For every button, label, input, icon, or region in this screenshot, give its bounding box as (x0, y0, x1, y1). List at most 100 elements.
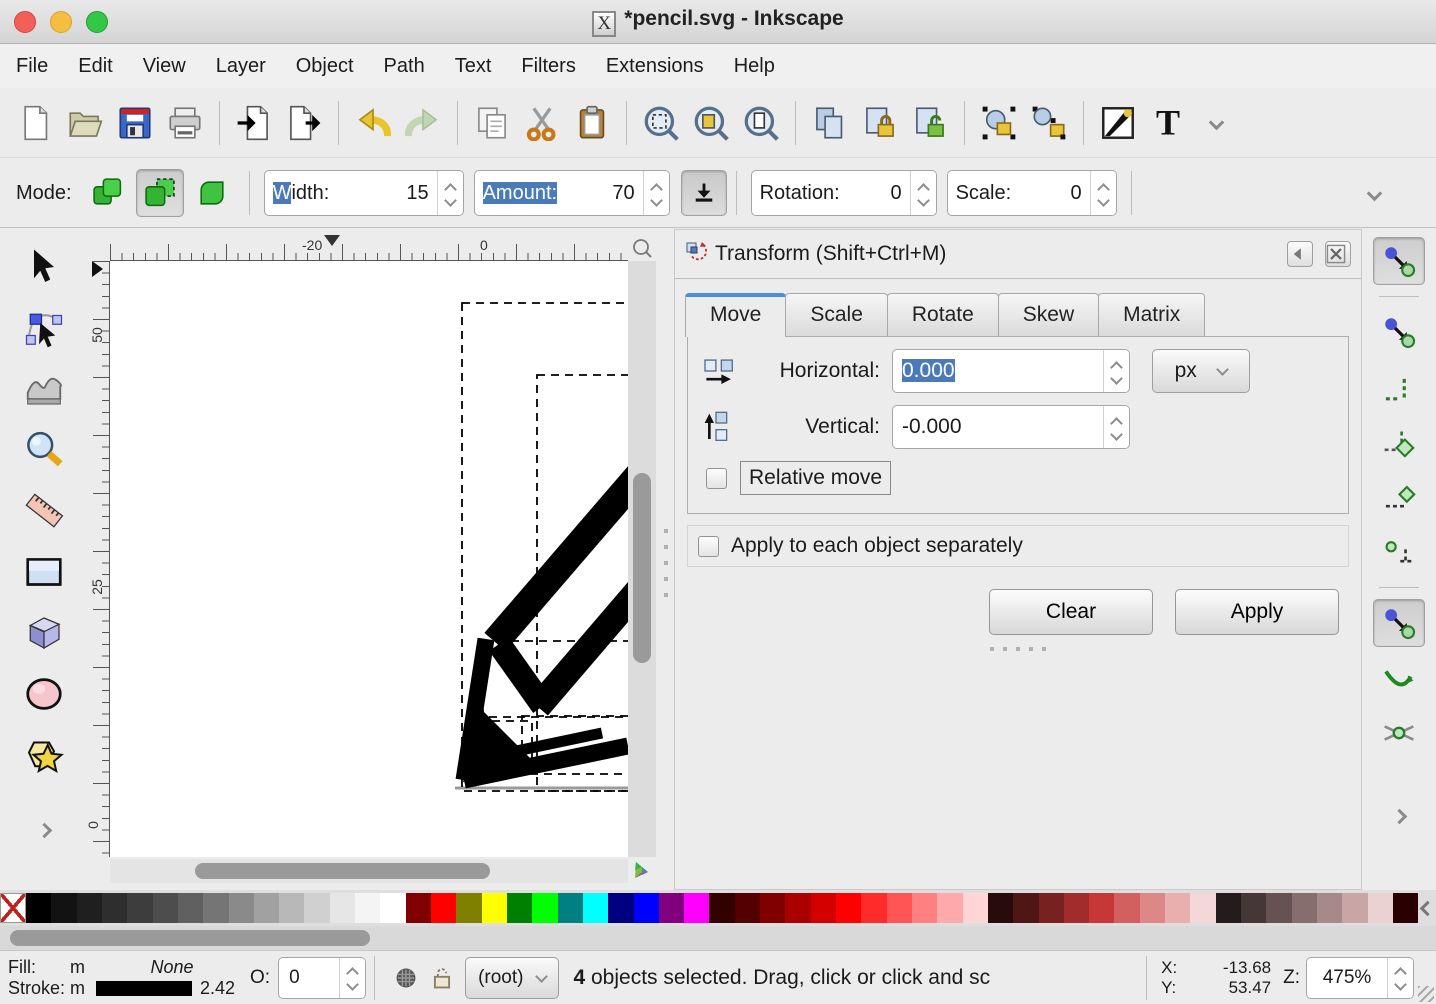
vertical-scrollbar[interactable] (628, 261, 656, 857)
amount-spinbox[interactable]: Amount: 70 (474, 170, 670, 216)
palette-swatch[interactable] (456, 893, 481, 923)
zoom-selection-button[interactable] (636, 96, 686, 150)
palette-swatch[interactable] (836, 893, 861, 923)
palette-swatch[interactable] (1165, 893, 1190, 923)
vertical-spinner[interactable] (1103, 406, 1129, 448)
palette-swatch[interactable] (51, 893, 76, 923)
palette-swatch[interactable] (684, 893, 709, 923)
undo-button[interactable] (348, 96, 398, 150)
ellipse-tool[interactable] (18, 668, 70, 720)
menu-edit[interactable]: Edit (78, 55, 112, 78)
palette-swatch[interactable] (380, 893, 405, 923)
import-button[interactable] (229, 96, 279, 150)
float-dialog-button[interactable] (1287, 241, 1313, 267)
unlink-clone-button[interactable] (905, 96, 955, 150)
node-tool[interactable] (18, 302, 70, 354)
snap-bbox-corners-button[interactable] (1373, 418, 1425, 466)
horizontal-ruler[interactable]: -20 0 (110, 237, 628, 261)
opacity-spinbox[interactable]: 0 (278, 957, 366, 999)
snap-enable-button[interactable] (1373, 237, 1425, 285)
palette-swatch[interactable] (406, 893, 431, 923)
palette-swatch[interactable] (102, 893, 127, 923)
palette-swatch[interactable] (887, 893, 912, 923)
palette-swatch[interactable] (77, 893, 102, 923)
palette-swatch[interactable] (1013, 893, 1038, 923)
scale-spinbox[interactable]: Scale: 0 (947, 170, 1117, 216)
palette-swatch[interactable] (1190, 893, 1215, 923)
snapbar-expander[interactable] (1373, 792, 1425, 840)
menu-help[interactable]: Help (734, 55, 775, 78)
palette-swatch[interactable] (1292, 893, 1317, 923)
palette-swatch[interactable] (330, 893, 355, 923)
window-resize-grip[interactable] (1418, 986, 1434, 1002)
palette-swatch[interactable] (153, 893, 178, 923)
palette-swatch[interactable] (203, 893, 228, 923)
clone-button[interactable] (855, 96, 905, 150)
vertical-input[interactable]: -0.000 (892, 405, 1130, 449)
ungroup-button[interactable] (1024, 96, 1074, 150)
snap-bbox-edges-button[interactable] (1373, 363, 1425, 411)
zoom-spinbox[interactable]: 475% (1306, 957, 1414, 999)
palette-swatch[interactable] (229, 893, 254, 923)
menu-path[interactable]: Path (384, 55, 425, 78)
relative-move-label[interactable]: Relative move (740, 461, 891, 495)
width-spinbox[interactable]: Width: 15 (264, 170, 464, 216)
palette-swatch[interactable] (1114, 893, 1139, 923)
redo-button[interactable] (398, 96, 448, 150)
horizontal-scrollbar[interactable] (110, 859, 628, 883)
snap-bounding-box-button[interactable] (1373, 308, 1425, 356)
relative-move-checkbox[interactable] (706, 468, 727, 489)
palette-swatch[interactable] (1342, 893, 1367, 923)
palette-swatch[interactable] (1266, 893, 1291, 923)
zoom-spinner[interactable] (1387, 958, 1413, 998)
palette-swatch[interactable] (760, 893, 785, 923)
menu-filters[interactable]: Filters (521, 55, 575, 78)
palette-swatch[interactable] (709, 893, 734, 923)
palette-swatch[interactable] (507, 893, 532, 923)
palette-swatch[interactable] (1140, 893, 1165, 923)
palette-scrollbar[interactable] (0, 926, 1436, 950)
zoom-page-button[interactable] (736, 96, 786, 150)
stroke-color-swatch[interactable] (96, 981, 192, 996)
palette-swatch[interactable] (1317, 893, 1342, 923)
palette-swatch[interactable] (988, 893, 1013, 923)
amount-spinner[interactable] (643, 171, 669, 215)
rectangle-tool[interactable] (18, 546, 70, 598)
scrollbar-thumb[interactable] (633, 473, 651, 663)
cut-button[interactable] (517, 96, 567, 150)
palette-swatch[interactable] (1241, 893, 1266, 923)
zoom-tool[interactable] (18, 424, 70, 476)
print-button[interactable] (160, 96, 210, 150)
width-spinner[interactable] (437, 171, 463, 215)
layer-visibility-icon[interactable] (393, 965, 419, 991)
fill-stroke-indicator[interactable]: Fill: m None Stroke: m 2.42 (0, 957, 248, 999)
text-dialog-button[interactable]: T (1143, 96, 1193, 150)
dialog-resize-grip[interactable] (675, 641, 1361, 653)
apply-button[interactable]: Apply (1175, 589, 1339, 635)
palette-swatch[interactable] (26, 893, 51, 923)
scale-spinner[interactable] (1090, 171, 1116, 215)
palette-swatch[interactable] (634, 893, 659, 923)
new-document-button[interactable] (10, 96, 60, 150)
export-button[interactable] (279, 96, 329, 150)
snap-bbox-centers-button[interactable] (1373, 528, 1425, 576)
tab-move[interactable]: Move (685, 293, 786, 337)
vertical-ruler[interactable]: 50 25 0 (88, 261, 110, 857)
toolbox-expander[interactable] (18, 804, 70, 856)
tweak-mode-move-button[interactable] (84, 169, 132, 217)
horizontal-input[interactable]: 0.000 (892, 349, 1130, 393)
horizontal-spinner[interactable] (1103, 350, 1129, 392)
palette-swatch[interactable] (558, 893, 583, 923)
layer-lock-icon[interactable] (429, 965, 455, 991)
menu-file[interactable]: File (16, 55, 48, 78)
zoom-drawing-button[interactable] (686, 96, 736, 150)
tweak-tool[interactable] (18, 363, 70, 415)
tab-rotate[interactable]: Rotate (887, 293, 999, 337)
palette-swatch[interactable] (785, 893, 810, 923)
palette-swatch[interactable] (735, 893, 760, 923)
palette-swatch[interactable] (811, 893, 836, 923)
sticky-zoom-button[interactable] (628, 235, 656, 261)
close-dialog-button[interactable] (1325, 241, 1351, 267)
dialog-header[interactable]: Transform (Shift+Ctrl+M) (675, 230, 1361, 279)
tweak-mode-jitter-button[interactable] (188, 169, 236, 217)
